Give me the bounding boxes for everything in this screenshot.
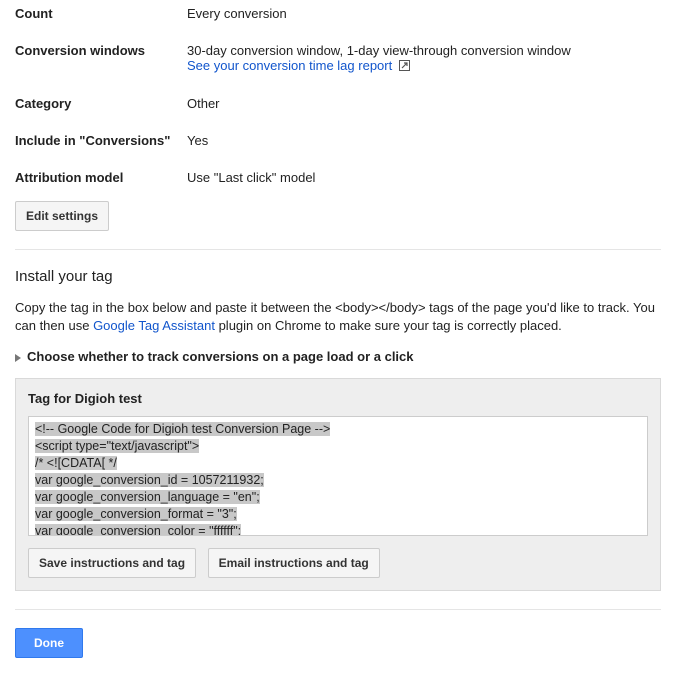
- google-tag-assistant-link[interactable]: Google Tag Assistant: [93, 318, 215, 333]
- row-include: Include in "Conversions" Yes: [15, 127, 661, 164]
- row-attribution: Attribution model Use "Last click" model: [15, 164, 661, 201]
- row-conversion-windows: Conversion windows 30-day conversion win…: [15, 37, 661, 90]
- edit-settings-button[interactable]: Edit settings: [15, 201, 109, 231]
- value-category: Other: [187, 90, 661, 127]
- value-count: Every conversion: [187, 0, 661, 37]
- save-instructions-button[interactable]: Save instructions and tag: [28, 548, 196, 578]
- settings-table: Count Every conversion Conversion window…: [15, 0, 661, 201]
- install-description: Copy the tag in the box below and paste …: [15, 299, 661, 335]
- tag-code-textarea[interactable]: <!-- Google Code for Digioh test Convers…: [28, 416, 648, 536]
- done-button[interactable]: Done: [15, 628, 83, 658]
- label-conversion-windows: Conversion windows: [15, 37, 187, 90]
- conversion-windows-text: 30-day conversion window, 1-day view-thr…: [187, 43, 571, 58]
- value-attribution: Use "Last click" model: [187, 164, 661, 201]
- install-tag-title: Install your tag: [15, 268, 661, 285]
- row-count: Count Every conversion: [15, 0, 661, 37]
- label-attribution: Attribution model: [15, 164, 187, 201]
- email-instructions-button[interactable]: Email instructions and tag: [208, 548, 380, 578]
- row-category: Category Other: [15, 90, 661, 127]
- label-count: Count: [15, 0, 187, 37]
- divider: [15, 249, 661, 250]
- tag-box: Tag for Digioh test <!-- Google Code for…: [15, 378, 661, 591]
- divider: [15, 609, 661, 610]
- time-lag-report-link[interactable]: See your conversion time lag report: [187, 58, 392, 73]
- label-category: Category: [15, 90, 187, 127]
- label-include: Include in "Conversions": [15, 127, 187, 164]
- value-include: Yes: [187, 127, 661, 164]
- tag-box-title: Tag for Digioh test: [28, 391, 648, 406]
- chevron-right-icon: [15, 354, 21, 362]
- track-method-expander[interactable]: Choose whether to track conversions on a…: [15, 349, 661, 364]
- value-conversion-windows: 30-day conversion window, 1-day view-thr…: [187, 37, 661, 90]
- external-link-icon: [399, 59, 410, 74]
